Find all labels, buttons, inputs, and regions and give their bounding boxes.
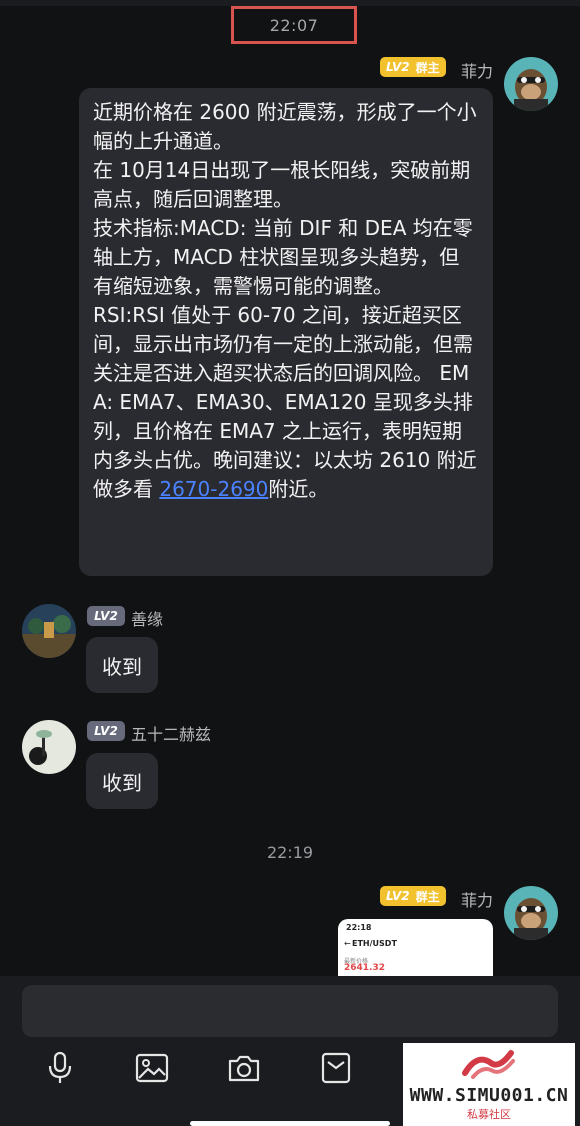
- timestamp-top: 22:07: [231, 6, 357, 44]
- level-text: LV2: [386, 60, 410, 74]
- image-icon[interactable]: [134, 1050, 170, 1086]
- sender-name: 菲力: [461, 62, 494, 81]
- avatar[interactable]: [22, 720, 76, 774]
- message-text: 近期价格在 2600 附近震荡，形成了一个小幅的上升通道。 在 10月14日出现…: [93, 100, 477, 501]
- sender-name: 菲力: [461, 891, 494, 910]
- message-bubble[interactable]: 收到: [86, 753, 158, 809]
- back-arrow-icon: ←: [344, 939, 351, 948]
- logo-icon: [462, 1050, 515, 1079]
- mailbox-icon[interactable]: [318, 1050, 354, 1086]
- owner-level-badge: LV2 群主: [380, 886, 446, 906]
- landscape-avatar-icon: [22, 604, 76, 658]
- message-bubble[interactable]: 近期价格在 2600 附近震荡，形成了一个小幅的上升通道。 在 10月14日出现…: [79, 88, 493, 576]
- owner-level-badge: LV2 群主: [380, 57, 446, 77]
- home-indicator: [190, 1121, 390, 1126]
- microphone-icon[interactable]: [42, 1050, 78, 1086]
- camera-icon[interactable]: [226, 1050, 262, 1086]
- message-text-tail: 附近。: [268, 477, 329, 501]
- level-text: LV2: [386, 889, 410, 903]
- role-text: 群主: [415, 889, 440, 904]
- ape-avatar-icon: [504, 57, 558, 111]
- preview-price: 2641.32: [344, 963, 385, 973]
- avatar[interactable]: [22, 604, 76, 658]
- watermark-subtitle: 私募社区: [467, 1108, 511, 1121]
- silhouette-avatar-icon: [22, 720, 76, 774]
- watermark: WWW.SIMU001.CN 私募社区: [403, 1043, 575, 1126]
- preview-status-time: 22:18: [346, 923, 372, 932]
- sender-name: 善缘: [131, 610, 164, 629]
- watermark-url: WWW.SIMU001.CN: [409, 1085, 569, 1106]
- sender-name: 五十二赫兹: [131, 725, 212, 744]
- preview-pair: ETH/USDT: [352, 939, 397, 948]
- message-text: 收到: [102, 654, 142, 679]
- timestamp-mid: 22:19: [266, 843, 314, 862]
- message-link[interactable]: 2670-2690: [159, 477, 268, 501]
- timestamp-text: 22:07: [269, 15, 319, 35]
- role-text: 群主: [415, 60, 440, 75]
- message-text: 收到: [102, 770, 142, 795]
- avatar[interactable]: [504, 57, 558, 111]
- ape-avatar-icon: [504, 886, 558, 940]
- message-input[interactable]: [22, 985, 558, 1037]
- message-bubble[interactable]: 收到: [86, 637, 158, 693]
- member-level-badge: LV2: [87, 606, 125, 626]
- image-preview[interactable]: 22:18 ← ETH/USDT 最新价格 2641.32: [338, 919, 493, 977]
- member-level-badge: LV2: [87, 721, 125, 741]
- avatar[interactable]: [504, 886, 558, 940]
